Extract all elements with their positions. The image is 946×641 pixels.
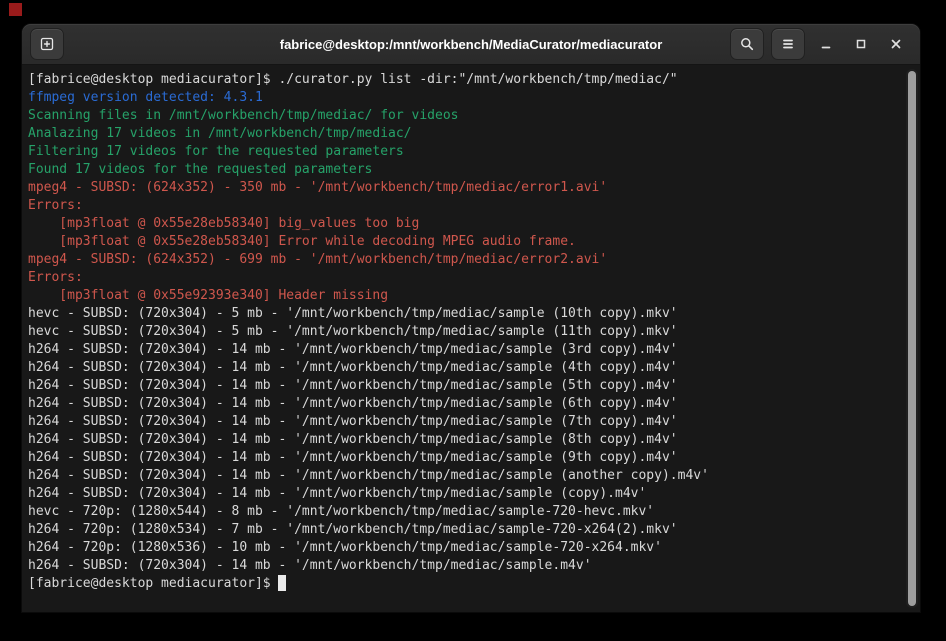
terminal-line: [fabrice@desktop mediacurator]$ ./curato… xyxy=(28,71,920,89)
terminal-line: [mp3float @ 0x55e92393e340] Header missi… xyxy=(28,287,920,305)
maximize-icon xyxy=(853,36,869,52)
terminal-line: h264 - SUBSD: (720x304) - 14 mb - '/mnt/… xyxy=(28,413,920,431)
terminal-line: h264 - 720p: (1280x534) - 7 mb - '/mnt/w… xyxy=(28,521,920,539)
terminal-line: h264 - SUBSD: (720x304) - 14 mb - '/mnt/… xyxy=(28,467,920,485)
scrollbar-thumb[interactable] xyxy=(908,71,916,606)
terminal-line: mpeg4 - SUBSD: (624x352) - 350 mb - '/mn… xyxy=(28,179,920,197)
recording-indicator xyxy=(9,3,22,16)
maximize-button[interactable] xyxy=(847,30,875,58)
titlebar[interactable]: fabrice@desktop:/mnt/workbench/MediaCura… xyxy=(22,24,920,65)
terminal-line: ffmpeg version detected: 4.3.1 xyxy=(28,89,920,107)
terminal-line: h264 - SUBSD: (720x304) - 14 mb - '/mnt/… xyxy=(28,431,920,449)
terminal-line: hevc - SUBSD: (720x304) - 5 mb - '/mnt/w… xyxy=(28,323,920,341)
minimize-icon xyxy=(818,36,834,52)
terminal-screen[interactable]: [fabrice@desktop mediacurator]$ ./curato… xyxy=(22,65,920,612)
terminal-line: mpeg4 - SUBSD: (624x352) - 699 mb - '/mn… xyxy=(28,251,920,269)
terminal-line: [mp3float @ 0x55e28eb58340] big_values t… xyxy=(28,215,920,233)
terminal-line: Scanning files in /mnt/workbench/tmp/med… xyxy=(28,107,920,125)
terminal-output: [fabrice@desktop mediacurator]$ ./curato… xyxy=(22,65,920,593)
close-button[interactable] xyxy=(882,30,910,58)
terminal-line: hevc - 720p: (1280x544) - 8 mb - '/mnt/w… xyxy=(28,503,920,521)
minimize-button[interactable] xyxy=(812,30,840,58)
terminal-cursor xyxy=(278,575,286,591)
terminal-line: h264 - 720p: (1280x536) - 10 mb - '/mnt/… xyxy=(28,539,920,557)
search-button[interactable] xyxy=(730,28,764,60)
terminal-line: Analazing 17 videos in /mnt/workbench/tm… xyxy=(28,125,920,143)
new-tab-icon xyxy=(39,36,55,52)
terminal-line: [fabrice@desktop mediacurator]$ xyxy=(28,575,920,593)
search-icon xyxy=(739,36,755,52)
terminal-line: Errors: xyxy=(28,197,920,215)
terminal-line: h264 - SUBSD: (720x304) - 14 mb - '/mnt/… xyxy=(28,557,920,575)
terminal-line: h264 - SUBSD: (720x304) - 14 mb - '/mnt/… xyxy=(28,359,920,377)
terminal-line: Filtering 17 videos for the requested pa… xyxy=(28,143,920,161)
terminal-window: fabrice@desktop:/mnt/workbench/MediaCura… xyxy=(22,24,920,612)
terminal-line: h264 - SUBSD: (720x304) - 14 mb - '/mnt/… xyxy=(28,377,920,395)
terminal-line: h264 - SUBSD: (720x304) - 14 mb - '/mnt/… xyxy=(28,449,920,467)
new-tab-button[interactable] xyxy=(30,28,64,60)
terminal-line: h264 - SUBSD: (720x304) - 14 mb - '/mnt/… xyxy=(28,395,920,413)
scrollbar-track xyxy=(906,69,918,608)
close-icon xyxy=(888,36,904,52)
terminal-line: Found 17 videos for the requested parame… xyxy=(28,161,920,179)
hamburger-menu-icon xyxy=(780,36,796,52)
terminal-line: Errors: xyxy=(28,269,920,287)
terminal-line: h264 - SUBSD: (720x304) - 14 mb - '/mnt/… xyxy=(28,341,920,359)
terminal-line: [mp3float @ 0x55e28eb58340] Error while … xyxy=(28,233,920,251)
menu-button[interactable] xyxy=(771,28,805,60)
terminal-line: hevc - SUBSD: (720x304) - 5 mb - '/mnt/w… xyxy=(28,305,920,323)
terminal-line: h264 - SUBSD: (720x304) - 14 mb - '/mnt/… xyxy=(28,485,920,503)
